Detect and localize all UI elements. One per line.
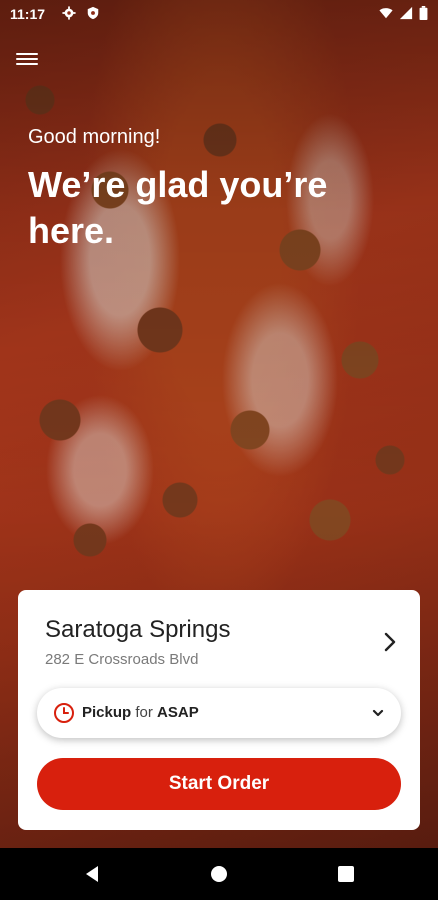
chevron-down-icon [372, 709, 384, 717]
gear-icon [62, 6, 76, 20]
android-navigation-bar [0, 848, 438, 900]
pickup-mode: Pickup [82, 704, 132, 721]
hamburger-menu-icon[interactable] [16, 50, 38, 70]
home-icon[interactable] [211, 866, 227, 882]
status-time: 11:17 [10, 6, 46, 22]
pickup-connector: for [135, 704, 153, 721]
shield-icon [87, 6, 99, 20]
start-order-button[interactable]: Start Order [37, 758, 401, 810]
pickup-summary: Pickup for ASAP [82, 704, 199, 721]
battery-icon [419, 6, 428, 20]
clock-icon [54, 703, 74, 723]
pickup-time-selector[interactable]: Pickup for ASAP [37, 688, 401, 738]
status-bar: 11:17 [0, 0, 438, 30]
welcome-headline: We’re glad you’re here. [28, 164, 328, 251]
wifi-icon [379, 8, 393, 19]
pickup-time: ASAP [157, 704, 199, 721]
signal-icon [399, 6, 413, 20]
back-icon[interactable] [84, 865, 100, 883]
chevron-right-icon[interactable] [382, 630, 398, 654]
store-name[interactable]: Saratoga Springs [45, 616, 230, 644]
recent-apps-icon[interactable] [338, 866, 354, 882]
store-card: Saratoga Springs 282 E Crossroads Blvd P… [18, 590, 420, 830]
store-address: 282 E Crossroads Blvd [45, 651, 199, 668]
greeting-text: Good morning! [28, 126, 161, 148]
